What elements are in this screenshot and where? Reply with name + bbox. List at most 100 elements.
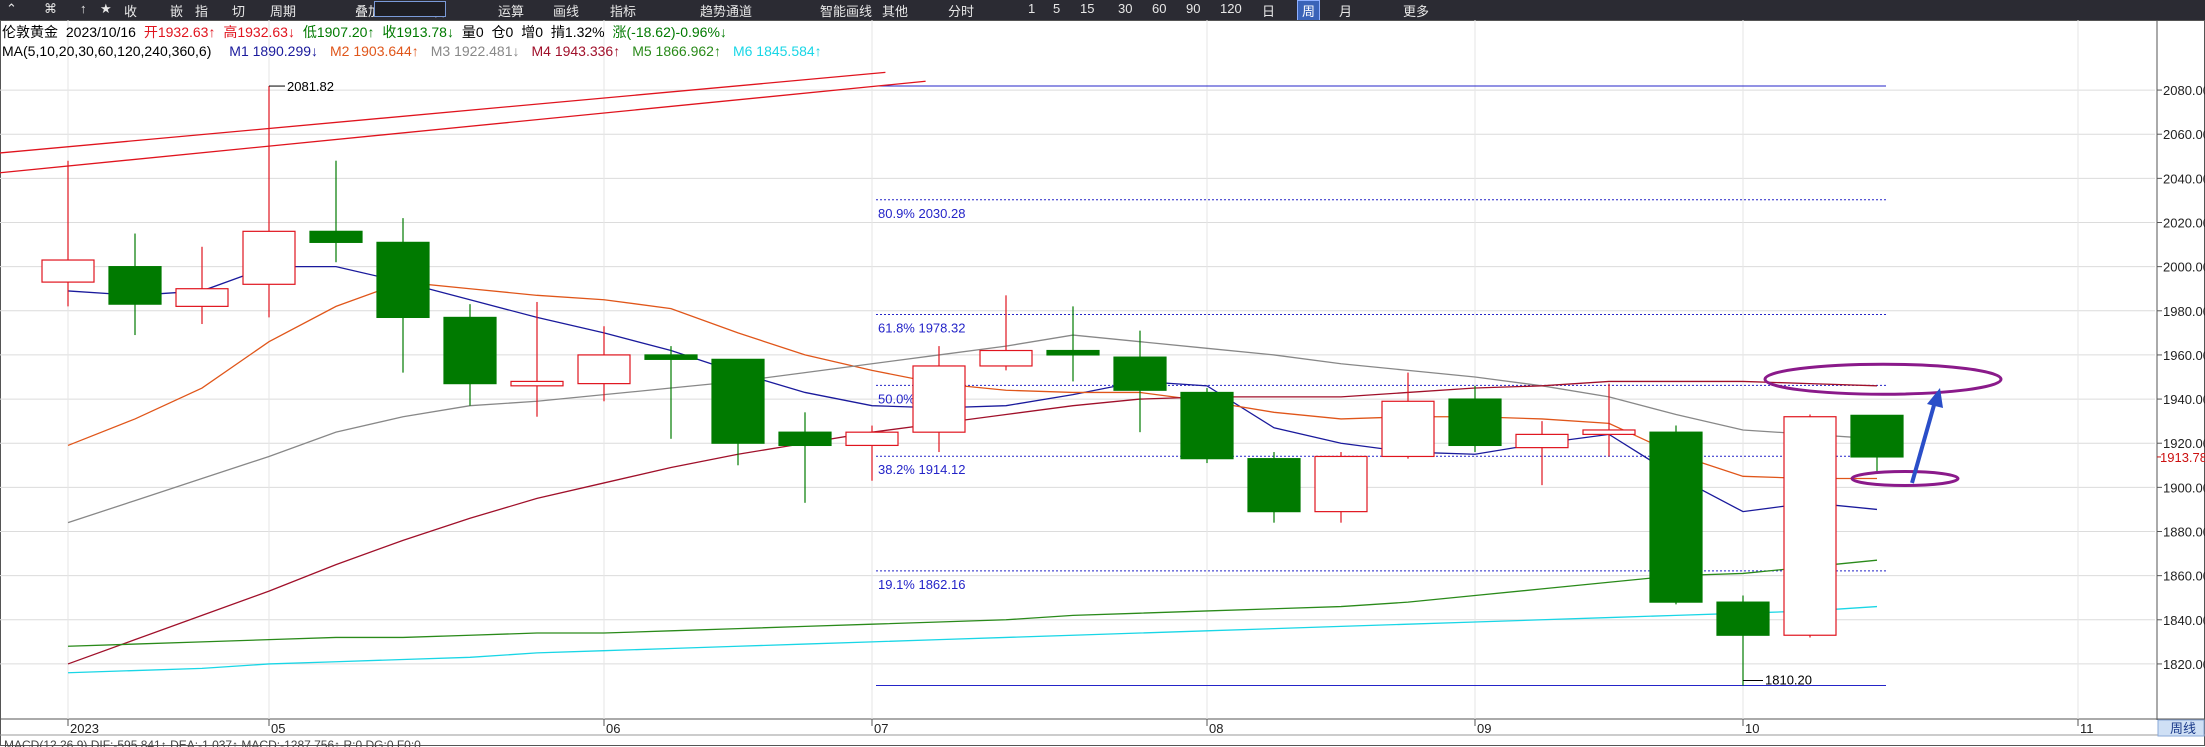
candle-body-6	[443, 316, 497, 385]
toolbar-item-25[interactable]: 日	[1262, 1, 1275, 20]
candle-body-17	[1180, 391, 1234, 460]
candle-body-11	[778, 431, 832, 447]
y-tick-label-8: 1980.00	[2163, 304, 2205, 319]
quote-header: 伦敦黄金 2023/10/16 开1932.63↑ 高1932.63↓ 低190…	[2, 22, 731, 42]
candle-body-27	[1850, 414, 1904, 458]
x-tick-label-5: 09	[1477, 721, 1491, 736]
toolbar-item-5[interactable]: 嵌	[170, 1, 183, 20]
fib-level-label-4: 19.1% 1862.16	[878, 577, 965, 592]
ma-line-M1	[67, 265, 1878, 513]
y-tick-label-1: 1840.00	[2163, 613, 2205, 628]
toolbar-item-23[interactable]: 90	[1186, 1, 1200, 16]
x-tick-label-7: 11	[2080, 721, 2094, 736]
ma-legend-item-3: M3 1922.481↓	[430, 43, 520, 59]
x-tick-label-4: 08	[1209, 721, 1223, 736]
toolbar-item-6[interactable]: 指	[195, 1, 208, 20]
candle-body-14	[979, 349, 1033, 367]
candle-body-9	[644, 354, 698, 360]
candle-body-10	[711, 358, 765, 444]
toolbar-item-22[interactable]: 60	[1152, 1, 1166, 16]
candle-body-7	[510, 380, 564, 387]
toolbar-item-21[interactable]: 30	[1118, 1, 1132, 16]
toolbar-item-26[interactable]: 周	[1297, 0, 1321, 21]
toolbar-item-14[interactable]: 趋势通道	[700, 1, 752, 20]
ma-legend-item-5: M5 1866.962↑	[632, 43, 721, 59]
ma-line-M2	[67, 281, 1877, 480]
candle-body-23	[1582, 429, 1636, 435]
y-tick-label-6: 1940.00	[2163, 392, 2205, 407]
toolbar-item-27[interactable]: 月	[1339, 1, 1352, 20]
toolbar-item-16[interactable]: 其他	[882, 1, 908, 20]
ma-legend-item-1: M1 1890.299↓	[229, 43, 319, 59]
y-tick-label-13: 2080.00	[2163, 83, 2205, 98]
candle-body-4	[309, 230, 363, 243]
candle-body-16	[1113, 356, 1167, 391]
ma-line-M6	[67, 605, 1878, 674]
toolbar-item-13[interactable]: 指标	[610, 1, 636, 20]
toolbar-item-4[interactable]: 收	[124, 1, 137, 20]
y-tick-label-10: 2020.00	[2163, 216, 2205, 231]
candle-body-12	[845, 431, 899, 447]
toolbar-item-8[interactable]: 周期	[270, 1, 296, 20]
y-tick-label-4: 1900.00	[2163, 480, 2205, 495]
quote-date: 2023/10/16	[65, 24, 136, 40]
chart-frame	[0, 20, 2205, 746]
toolbar-item-15[interactable]: 智能画线	[820, 1, 872, 20]
candle-body-26	[1783, 416, 1837, 636]
current-price-label: 1913.78	[2160, 450, 2205, 465]
toolbar-input[interactable]	[374, 1, 446, 17]
x-tick-label-6: 10	[1745, 721, 1759, 736]
ma-legend-item-2: M2 1903.644↑	[330, 43, 419, 59]
toolbar: ⌃⌘↑★收嵌指切周期叠加预警运算画线指标趋势通道智能画线其他分时15153060…	[0, 0, 2205, 21]
toolbar-item-17[interactable]: 分时	[948, 1, 974, 20]
ma-legend: MA(5,10,20,30,60,120,240,360,6) M1 1890.…	[2, 43, 834, 59]
toolbar-item-19[interactable]: 5	[1053, 1, 1060, 16]
candle-body-24	[1649, 431, 1703, 603]
toolbar-item-18[interactable]: 1	[1028, 1, 1035, 16]
period-label: 周线	[2170, 721, 2196, 736]
candle-body-18	[1247, 458, 1301, 513]
high-marker-label: 2081.82	[287, 79, 334, 94]
toolbar-item-2[interactable]: ↑	[80, 1, 87, 16]
ma-legend-item-4: M4 1943.336↑	[531, 43, 621, 59]
ma-line-M5	[67, 559, 1878, 647]
ma-legend-label: MA(5,10,20,30,60,120,240,360,6)	[2, 43, 212, 59]
toolbar-item-11[interactable]: 运算	[498, 1, 524, 20]
candle-body-22	[1515, 433, 1569, 449]
candle-body-19	[1314, 455, 1368, 513]
low-marker-label: 1810.20	[1765, 673, 1812, 688]
y-tick-label-12: 2060.00	[2163, 127, 2205, 142]
candle-body-25	[1716, 601, 1770, 636]
fib-level-label-0: 80.9% 2030.28	[878, 206, 965, 221]
candle-body-21	[1448, 398, 1502, 447]
position-value: 仓0	[491, 24, 514, 40]
ma-line-M4	[67, 380, 1878, 665]
x-tick-label-3: 07	[874, 721, 888, 736]
toolbar-item-3[interactable]: ★	[100, 1, 112, 17]
toolbar-item-12[interactable]: 画线	[553, 1, 579, 20]
chart[interactable]: 1820.001840.001860.001880.001900.001920.…	[0, 20, 2205, 747]
trendline-0	[0, 71, 886, 154]
annotation-ellipse-upper	[1763, 362, 2003, 396]
instrument-name: 伦敦黄金	[2, 24, 58, 40]
toolbar-item-0[interactable]: ⌃	[6, 1, 17, 17]
annotation-arrow-shaft	[1910, 397, 1938, 484]
toolbar-item-7[interactable]: 切	[232, 1, 245, 20]
toolbar-item-24[interactable]: 120	[1220, 1, 1242, 16]
increase-value: 增0	[521, 24, 544, 40]
toolbar-item-28[interactable]: 更多	[1403, 1, 1429, 20]
toolbar-item-20[interactable]: 15	[1080, 1, 1094, 16]
toolbar-item-1[interactable]: ⌘	[44, 1, 57, 17]
x-tick-label-0: 2023	[70, 721, 99, 736]
y-tick-label-11: 2040.00	[2163, 171, 2205, 186]
fib-level-label-3: 38.2% 1914.12	[878, 462, 965, 477]
y-tick-label-2: 1860.00	[2163, 569, 2205, 584]
y-tick-label-0: 1820.00	[2163, 657, 2205, 672]
y-tick-label-7: 1960.00	[2163, 348, 2205, 363]
y-tick-label-3: 1880.00	[2163, 525, 2205, 540]
low-price: 低1907.20↑	[302, 24, 375, 40]
ma-line-M3	[67, 334, 1878, 524]
candle-body-2	[175, 288, 229, 307]
amplitude-value: 掯1.32%	[550, 24, 605, 40]
high-price: 高1932.63↓	[223, 24, 295, 40]
